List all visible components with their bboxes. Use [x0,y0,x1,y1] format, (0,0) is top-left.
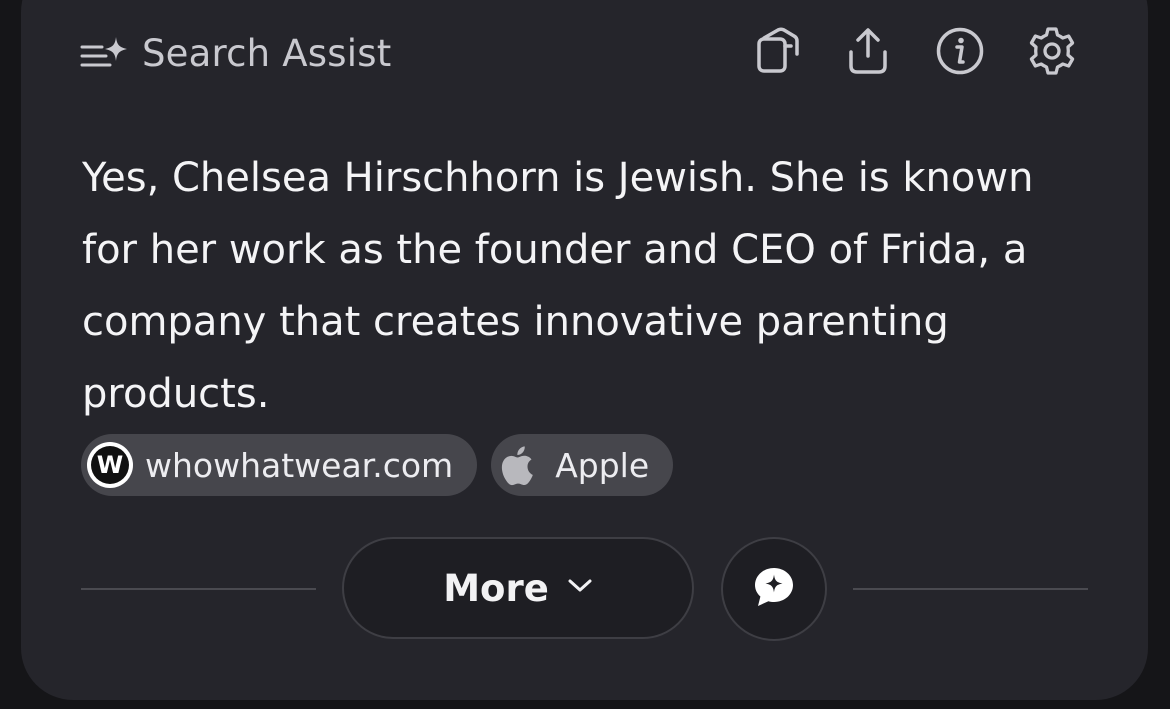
info-button[interactable] [932,27,988,79]
more-button-label: More [443,566,549,610]
settings-gear-icon [1026,25,1078,81]
apple-logo-icon [497,442,543,488]
copy-button[interactable] [748,27,804,79]
chat-button[interactable] [721,537,827,641]
whowhatwear-favicon: W [87,442,133,488]
chevron-down-icon [567,578,593,598]
source-chip-label: whowhatwear.com [145,445,454,485]
assist-sparkle-icon [80,33,128,73]
source-chip-apple[interactable]: Apple [491,434,674,496]
source-chip-label: Apple [555,445,650,485]
source-chip-whowhatwear[interactable]: W whowhatwear.com [81,434,478,496]
search-assist-title: Search Assist [142,31,392,75]
header-toolbar [748,27,1080,79]
info-icon [935,26,985,80]
share-button[interactable] [840,27,896,79]
search-assist-header: Search Assist [80,28,391,78]
chat-sparkle-icon [752,565,796,613]
right-divider [853,588,1088,590]
settings-button[interactable] [1024,27,1080,79]
source-chips: W whowhatwear.com Apple [81,434,687,496]
left-divider [81,588,316,590]
answer-text: Yes, Chelsea Hirschhorn is Jewish. She i… [82,155,1034,417]
more-button[interactable]: More [342,537,694,639]
share-icon [846,26,890,80]
copy-icon [750,26,802,80]
